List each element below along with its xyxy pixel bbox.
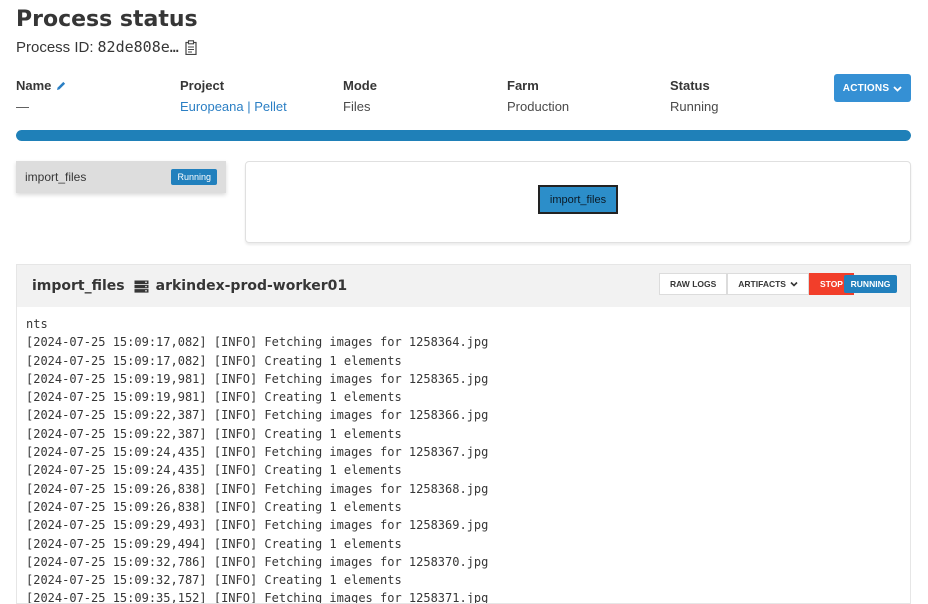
log-line: [2024-07-25 15:09:22,387] [INFO] Fetchin… xyxy=(26,408,489,423)
actions-button[interactable]: ACTIONS xyxy=(834,74,911,102)
graph-node-import-files[interactable]: import_files xyxy=(538,185,618,214)
artifacts-button[interactable]: ARTIFACTS xyxy=(727,273,809,295)
name-field: Name — xyxy=(16,78,67,114)
log-line: [2024-07-25 15:09:29,494] [INFO] Creatin… xyxy=(26,536,402,551)
task-item-import-files[interactable]: import_files Running xyxy=(16,161,226,193)
status-badge: RUNNING xyxy=(844,275,897,293)
process-id-value: 82de808e… xyxy=(97,38,179,56)
project-link[interactable]: Europeana | Pellet xyxy=(180,99,287,114)
log-header: import_files arkindex-prod-worker01 RAW … xyxy=(17,265,910,307)
log-line: [2024-07-25 15:09:24,435] [INFO] Fetchin… xyxy=(26,445,489,460)
log-line: [2024-07-25 15:09:29,493] [INFO] Fetchin… xyxy=(26,518,489,533)
farm-field: Farm Production xyxy=(507,78,569,114)
log-line: [2024-07-25 15:09:24,435] [INFO] Creatin… xyxy=(26,463,402,478)
mode-label: Mode xyxy=(343,78,377,93)
artifacts-label: ARTIFACTS xyxy=(738,279,786,289)
log-panel: import_files arkindex-prod-worker01 RAW … xyxy=(16,264,911,604)
log-line: [2024-07-25 15:09:26,838] [INFO] Fetchin… xyxy=(26,481,489,496)
name-label: Name xyxy=(16,78,52,93)
log-line: [2024-07-25 15:09:19,981] [INFO] Fetchin… xyxy=(26,371,489,386)
status-value: Running xyxy=(670,99,719,114)
project-field: Project Europeana | Pellet xyxy=(180,78,287,114)
log-task-name: import_files xyxy=(32,278,125,294)
chevron-down-icon xyxy=(893,84,902,93)
log-line: [2024-07-25 15:09:17,082] [INFO] Creatin… xyxy=(26,353,402,368)
process-id: Process ID: 82de808e… xyxy=(16,38,197,56)
project-label: Project xyxy=(180,78,225,93)
status-label: Status xyxy=(670,78,710,93)
status-field: Status Running xyxy=(670,78,718,114)
mode-field: Mode Files xyxy=(343,78,377,114)
task-status-badge: Running xyxy=(171,169,217,185)
log-line: [2024-07-25 15:09:35,152] [INFO] Fetchin… xyxy=(26,591,489,604)
log-line: [2024-07-25 15:09:32,787] [INFO] Creatin… xyxy=(26,573,402,588)
worker-name: arkindex-prod-worker01 xyxy=(155,278,348,294)
log-line: [2024-07-25 15:09:19,981] [INFO] Creatin… xyxy=(26,390,402,405)
process-id-label: Process ID: xyxy=(16,38,94,56)
log-output: nts [2024-07-25 15:09:17,082] [INFO] Fetc… xyxy=(17,307,910,604)
log-line: [2024-07-25 15:09:26,838] [INFO] Creatin… xyxy=(26,499,402,514)
page-title: Process status xyxy=(16,7,198,32)
log-line: [2024-07-25 15:09:17,082] [INFO] Fetchin… xyxy=(26,335,489,350)
clipboard-icon[interactable] xyxy=(185,39,197,55)
farm-label: Farm xyxy=(507,78,539,93)
progress-bar xyxy=(16,130,911,141)
workflow-graph: import_files xyxy=(245,161,911,243)
log-line: [2024-07-25 15:09:32,786] [INFO] Fetchin… xyxy=(26,554,489,569)
log-line: [2024-07-25 15:09:22,387] [INFO] Creatin… xyxy=(26,426,402,441)
actions-label: ACTIONS xyxy=(842,82,890,94)
farm-value: Production xyxy=(507,99,570,114)
pencil-icon[interactable] xyxy=(55,80,67,92)
log-line: nts xyxy=(26,317,48,331)
progress-fill xyxy=(16,130,911,141)
log-button-group: RAW LOGS ARTIFACTS STOP xyxy=(659,273,854,295)
server-icon xyxy=(134,280,149,293)
chevron-down-icon xyxy=(790,280,798,288)
raw-logs-button[interactable]: RAW LOGS xyxy=(659,273,728,295)
mode-value: Files xyxy=(343,99,371,114)
task-name: import_files xyxy=(25,170,87,184)
name-value: — xyxy=(16,99,29,114)
